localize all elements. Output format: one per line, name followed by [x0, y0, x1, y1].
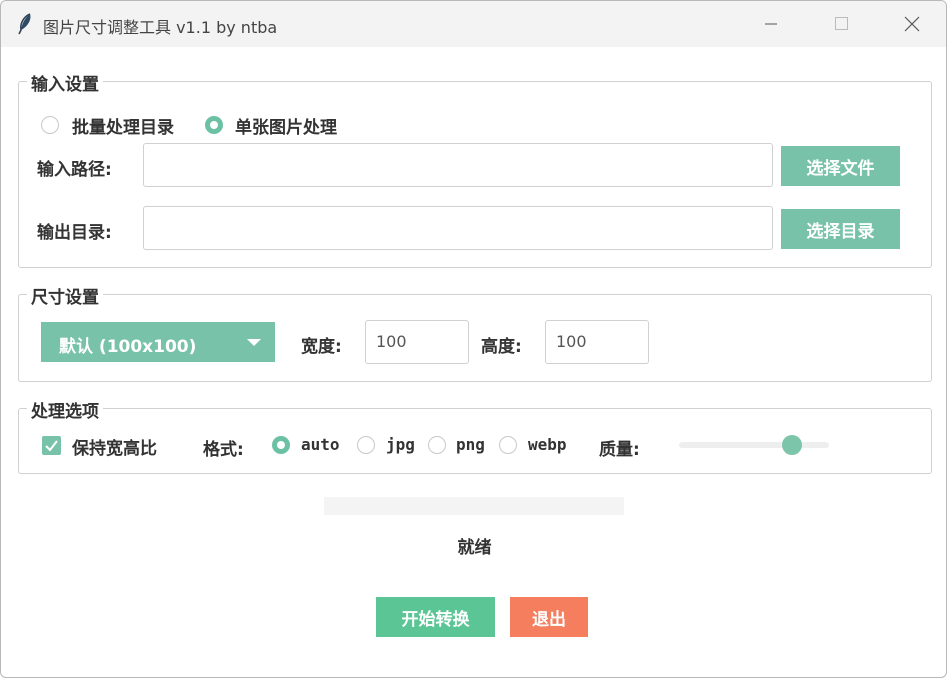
- select-dir-button[interactable]: 选择目录: [781, 209, 900, 249]
- height-input[interactable]: 100: [545, 320, 649, 364]
- exit-button[interactable]: 退出: [510, 597, 588, 637]
- select-file-button[interactable]: 选择文件: [781, 146, 900, 186]
- output-dir-field[interactable]: [143, 206, 773, 250]
- maximize-button[interactable]: [807, 1, 877, 47]
- format-radio-jpg[interactable]: [357, 436, 375, 454]
- format-label-auto[interactable]: auto: [301, 435, 340, 454]
- width-input[interactable]: 100: [365, 320, 469, 364]
- single-mode-label[interactable]: 单张图片处理: [235, 113, 337, 138]
- checkmark-icon: [45, 440, 58, 452]
- width-label: 宽度:: [301, 337, 342, 357]
- quality-slider[interactable]: [679, 442, 829, 448]
- format-radio-auto[interactable]: [272, 436, 290, 454]
- minimize-icon: [765, 23, 777, 25]
- size-preset-dropdown[interactable]: 默认 (100x100): [41, 322, 275, 362]
- progress-bar: [324, 497, 624, 515]
- output-dir-label: 输出目录:: [37, 223, 112, 243]
- start-convert-button[interactable]: 开始转换: [376, 597, 495, 637]
- maximize-icon: [835, 17, 848, 30]
- height-label: 高度:: [481, 337, 522, 357]
- close-button[interactable]: [877, 1, 946, 47]
- input-path-field[interactable]: [143, 143, 773, 187]
- keep-ratio-label[interactable]: 保持宽高比: [72, 434, 157, 459]
- window-title: 图片尺寸调整工具 v1.1 by ntba: [43, 18, 278, 37]
- input-settings-label: 输入设置: [27, 70, 103, 95]
- keep-ratio-checkbox[interactable]: [42, 436, 61, 455]
- close-icon: [904, 16, 920, 32]
- format-radio-png[interactable]: [428, 436, 446, 454]
- format-label: 格式:: [203, 440, 244, 460]
- title-bar: 图片尺寸调整工具 v1.1 by ntba: [1, 1, 946, 47]
- size-settings-label: 尺寸设置: [27, 283, 103, 308]
- quality-slider-thumb[interactable]: [781, 435, 802, 455]
- chevron-down-icon: [247, 339, 261, 346]
- options-label: 处理选项: [27, 397, 103, 422]
- minimize-button[interactable]: [737, 1, 807, 47]
- format-label-jpg[interactable]: jpg: [386, 435, 415, 454]
- feather-icon: [18, 13, 31, 35]
- single-mode-radio[interactable]: [205, 116, 223, 134]
- app-window: 图片尺寸调整工具 v1.1 by ntba 输入设置 批量处理目录 单张图片处理…: [0, 0, 947, 678]
- size-preset-value: 默认 (100x100): [59, 337, 197, 357]
- quality-label: 质量:: [599, 440, 640, 460]
- format-label-webp[interactable]: webp: [528, 435, 567, 454]
- status-text: 就绪: [457, 538, 492, 558]
- input-path-label: 输入路径:: [37, 160, 112, 180]
- batch-mode-label[interactable]: 批量处理目录: [72, 113, 174, 138]
- format-radio-webp[interactable]: [499, 436, 517, 454]
- batch-mode-radio[interactable]: [41, 116, 59, 134]
- format-label-png[interactable]: png: [456, 435, 485, 454]
